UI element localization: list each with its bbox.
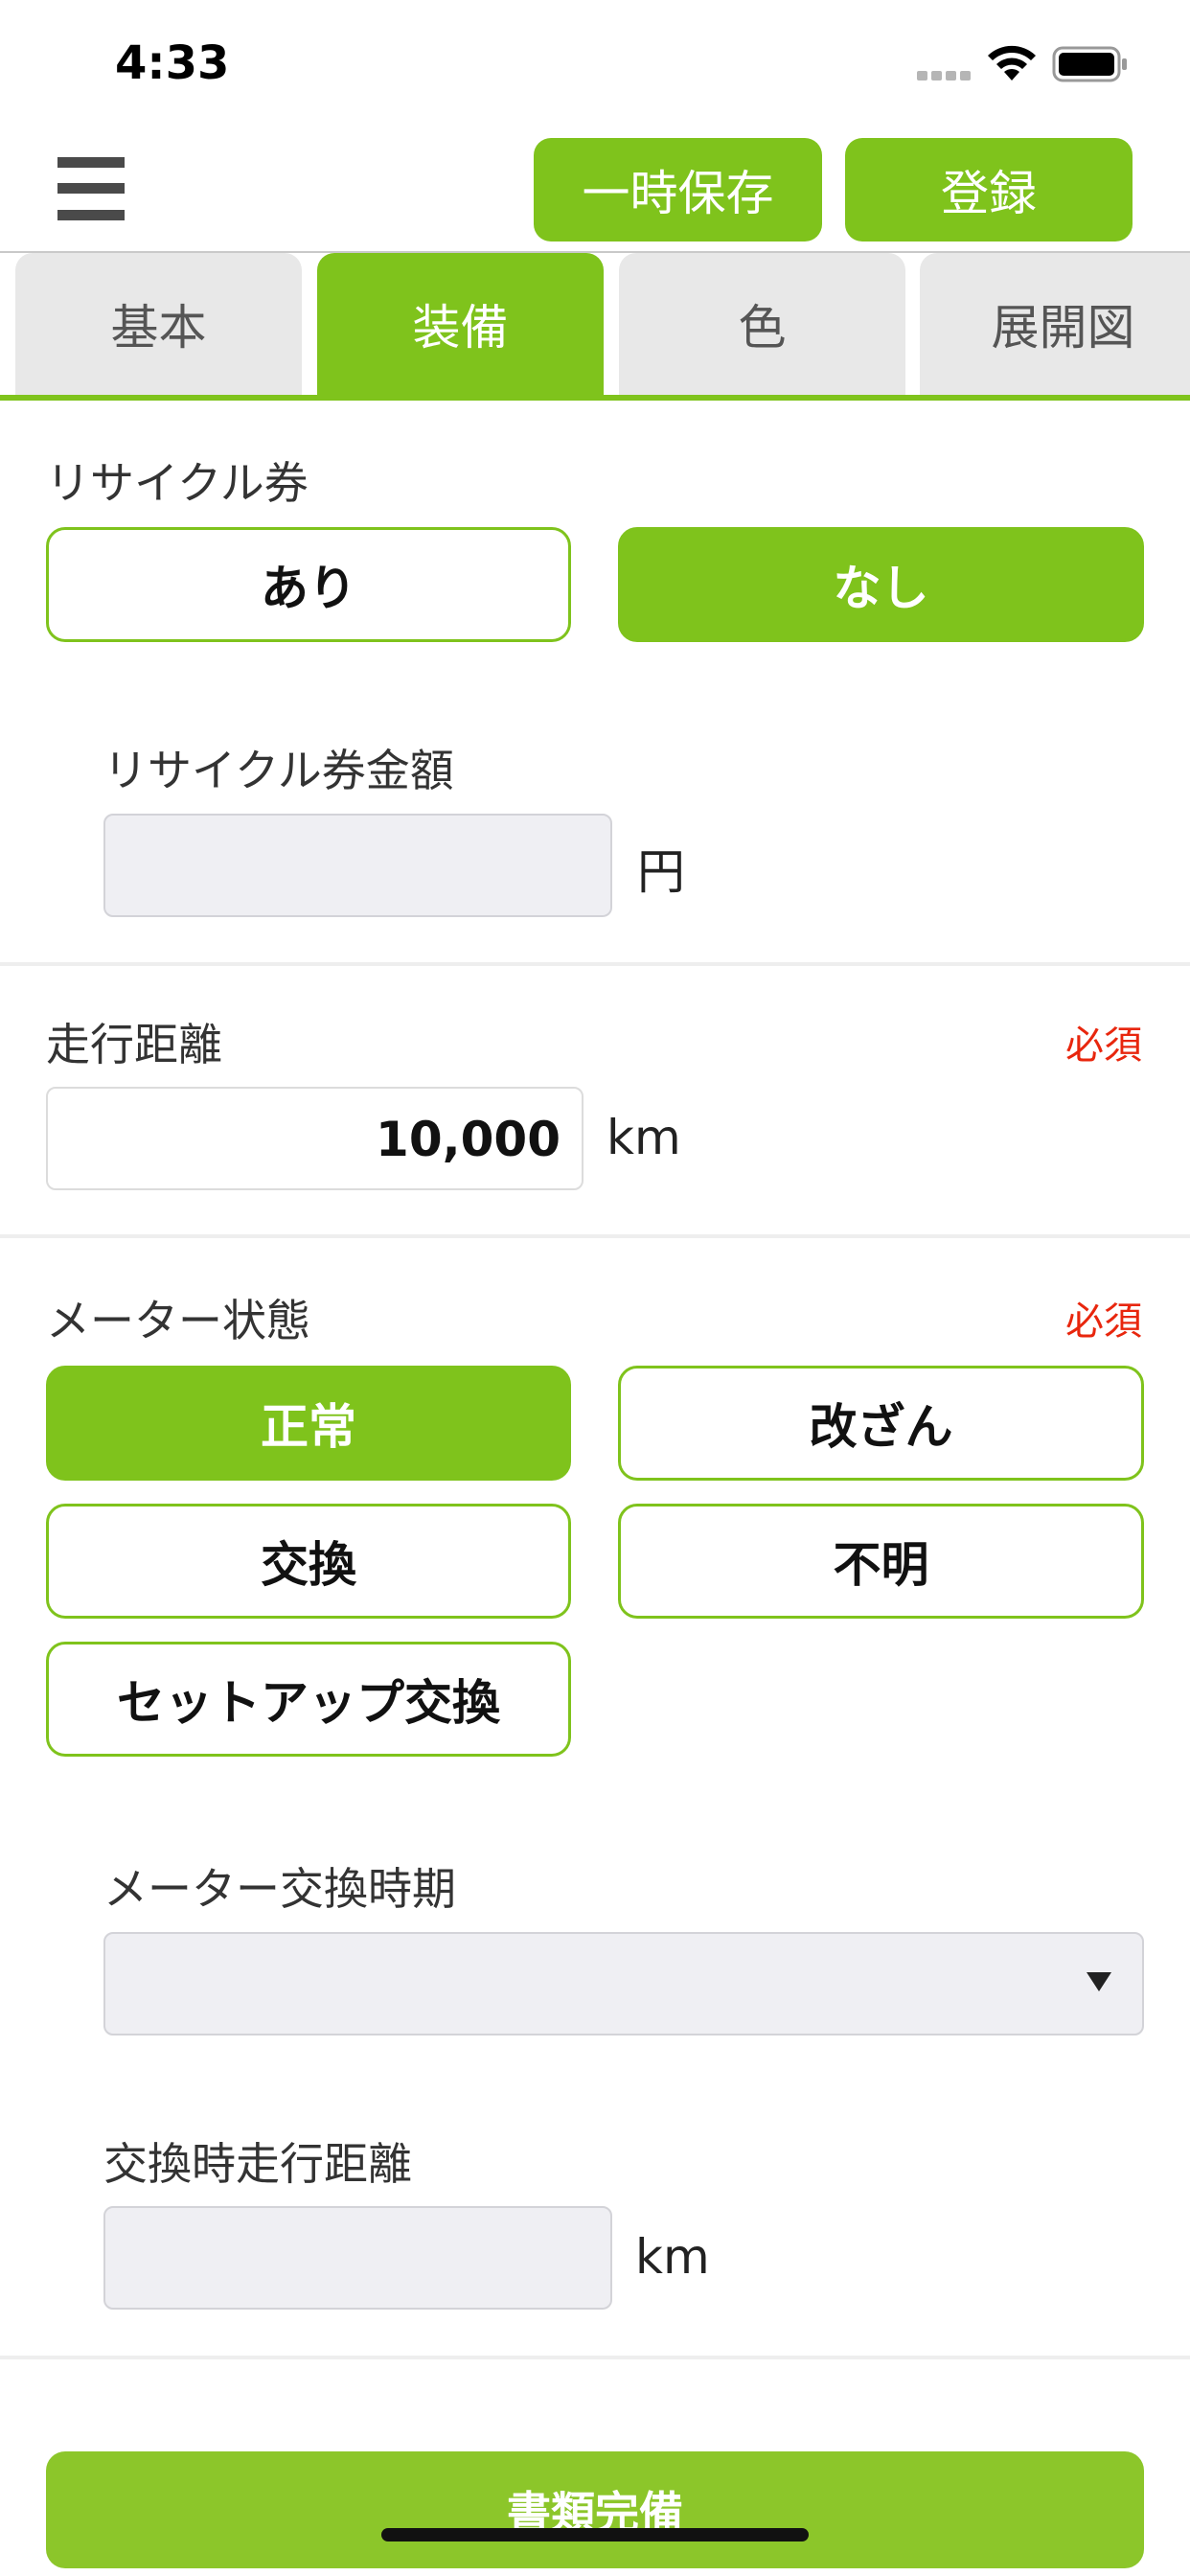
tab-color[interactable]: 色 [619, 253, 905, 395]
meter-exchange-period-label: メーター交換時期 [103, 1863, 456, 1915]
recycle-amount-label: リサイクル券金額 [103, 745, 454, 796]
tab-underline [0, 395, 1190, 401]
meter-exchange-period-select[interactable] [103, 1932, 1144, 2036]
status-time: 4:33 [115, 36, 230, 90]
tab-equipment[interactable]: 装備 [317, 253, 604, 395]
recycle-ticket-label: リサイクル券 [46, 457, 309, 509]
recycle-option-no[interactable]: なし [618, 527, 1144, 642]
app-screen: 4:33 一時保存 登録 基本 装備 色 展開図 リサイクル券 あり なし リサ… [0, 0, 1190, 2576]
hamburger-menu-icon[interactable] [57, 157, 125, 220]
app-header: 一時保存 登録 [0, 125, 1190, 253]
mileage-input[interactable]: 10,000 [46, 1087, 584, 1190]
section-divider [0, 2356, 1190, 2359]
meter-option-normal[interactable]: 正常 [46, 1366, 571, 1481]
documents-complete-button[interactable]: 書類完備 [46, 2451, 1144, 2568]
mileage-unit: km [606, 1110, 681, 1165]
meter-option-tampered[interactable]: 改ざん [618, 1366, 1144, 1481]
section-divider [0, 1234, 1190, 1238]
status-bar: 4:33 [0, 0, 1190, 125]
battery-icon [1052, 46, 1127, 82]
recycle-amount-unit: 円 [637, 844, 685, 900]
exchange-mileage-unit: km [635, 2229, 710, 2285]
meter-option-setup-exchange[interactable]: セットアップ交換 [46, 1642, 571, 1757]
meter-status-label: メーター状態 [46, 1295, 310, 1346]
exchange-mileage-input[interactable] [103, 2206, 612, 2310]
meter-option-exchanged[interactable]: 交換 [46, 1504, 571, 1619]
meter-required-badge: 必須 [1065, 1300, 1142, 1344]
wifi-icon [988, 45, 1036, 80]
dropdown-arrow-icon [1087, 1972, 1111, 1991]
meter-option-unknown[interactable]: 不明 [618, 1504, 1144, 1619]
recycle-amount-input[interactable] [103, 814, 612, 917]
section-divider [0, 962, 1190, 966]
mileage-label: 走行距離 [46, 1019, 222, 1070]
tab-development-diagram[interactable]: 展開図 [920, 253, 1190, 395]
home-indicator [381, 2528, 809, 2542]
register-button[interactable]: 登録 [845, 138, 1133, 242]
exchange-mileage-label: 交換時走行距離 [103, 2138, 412, 2190]
recycle-option-yes[interactable]: あり [46, 527, 571, 642]
cellular-signal-icon [917, 71, 971, 80]
tab-basic[interactable]: 基本 [15, 253, 302, 395]
tab-bar: 基本 装備 色 展開図 [0, 253, 1190, 401]
temp-save-button[interactable]: 一時保存 [534, 138, 822, 242]
mileage-required-badge: 必須 [1065, 1024, 1142, 1068]
